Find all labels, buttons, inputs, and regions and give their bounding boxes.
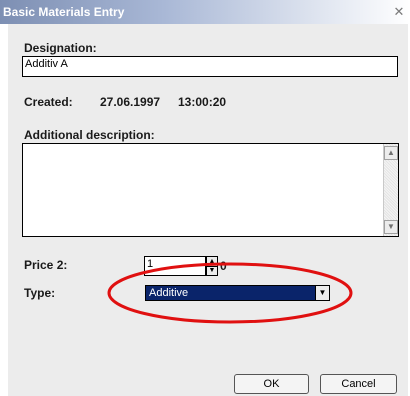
title-bar[interactable]: Basic Materials Entry ✕ xyxy=(0,0,410,24)
basic-materials-entry-dialog: Basic Materials Entry ✕ Designation: Add… xyxy=(0,0,410,396)
scroll-down-icon[interactable]: ▼ xyxy=(384,220,398,234)
highlight-annotation xyxy=(107,262,353,324)
annotation-ellipse xyxy=(107,262,353,324)
description-scrollbar[interactable]: ▲ ▼ xyxy=(383,144,398,236)
cancel-button[interactable]: Cancel xyxy=(320,374,397,394)
scroll-up-icon[interactable]: ▲ xyxy=(384,146,398,160)
ok-button[interactable]: OK xyxy=(234,374,309,394)
close-icon[interactable]: ✕ xyxy=(392,5,406,19)
type-label: Type: xyxy=(24,286,56,300)
dialog-body: Designation: Additiv A Created: 27.06.19… xyxy=(8,24,408,396)
designation-input[interactable]: Additiv A xyxy=(22,56,398,77)
created-date: 27.06.1997 xyxy=(100,95,161,109)
created-time: 13:00:20 xyxy=(178,95,227,109)
price2-label: Price 2: xyxy=(24,258,68,272)
created-label: Created: xyxy=(24,95,73,109)
additional-description-textarea[interactable]: ▲ ▼ xyxy=(22,143,399,237)
window-title: Basic Materials Entry xyxy=(3,5,125,19)
designation-label: Designation: xyxy=(24,41,97,55)
additional-description-label: Additional description: xyxy=(24,128,155,142)
